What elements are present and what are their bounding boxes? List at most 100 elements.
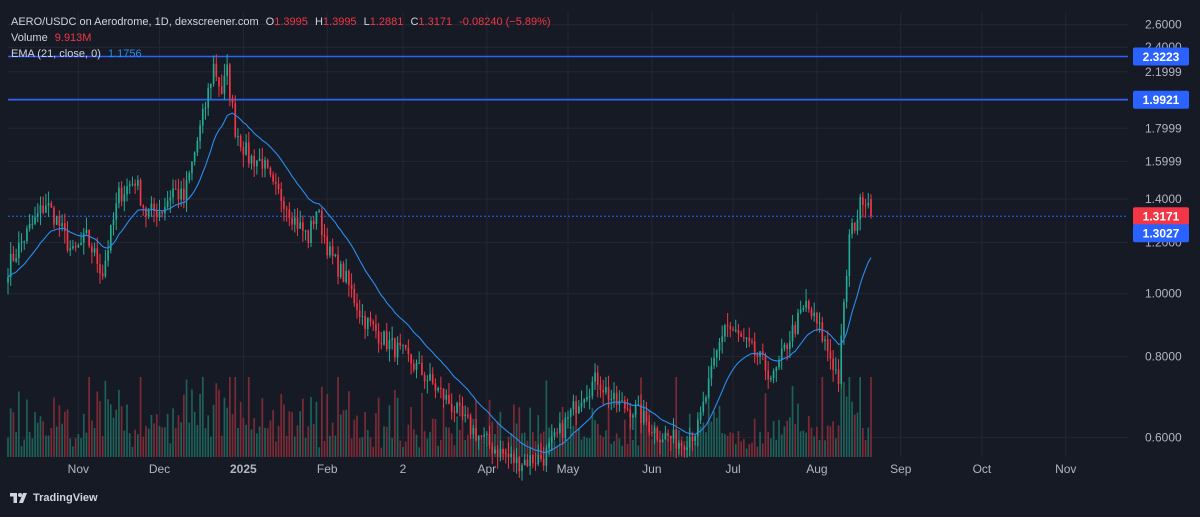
volume-bar	[421, 392, 423, 457]
candle-body	[472, 427, 475, 435]
price-chart[interactable]: 2.60002.40002.19991.99991.79991.59991.40…	[0, 0, 1200, 517]
candle-body	[310, 220, 312, 243]
candle-body	[610, 399, 613, 401]
candle-body	[791, 325, 794, 342]
volume-bar	[623, 419, 626, 457]
candle-body	[694, 435, 696, 442]
candle-body	[15, 258, 17, 262]
candle-body	[361, 315, 364, 317]
volume-bar	[104, 380, 107, 457]
candle-body	[486, 433, 488, 435]
candle-body	[651, 432, 653, 434]
candle-body	[356, 303, 358, 311]
volume-bar	[339, 414, 342, 457]
candle-body	[288, 209, 291, 218]
candle-body	[20, 241, 23, 243]
volume-bar	[375, 413, 377, 457]
candle-body	[467, 414, 469, 417]
volume-bar	[12, 412, 15, 457]
candle-body	[207, 88, 210, 108]
x-tick-label: Jul	[725, 462, 740, 476]
candle-body	[53, 207, 55, 225]
candle-body	[745, 337, 748, 339]
candle-body	[372, 321, 375, 325]
volume-bar	[272, 409, 274, 457]
volume-bar	[843, 382, 845, 457]
volume-bar	[618, 438, 621, 457]
candle-body	[423, 375, 426, 382]
x-tick-label: 2025	[230, 462, 257, 476]
candle-body	[45, 205, 47, 213]
volume-bar	[807, 415, 810, 457]
candle-body	[664, 433, 667, 440]
volume-bar	[799, 431, 802, 457]
candle-body	[623, 400, 626, 409]
candle-body	[183, 188, 185, 200]
volume-bar	[442, 404, 445, 457]
candle-body	[458, 402, 461, 406]
volume-bar	[737, 431, 740, 457]
volume-bar	[810, 427, 813, 457]
candle-body	[680, 442, 683, 446]
volume-bar	[518, 407, 521, 457]
candle-body	[521, 465, 523, 472]
candle-body	[277, 183, 280, 189]
volume-bar	[599, 434, 602, 457]
candle-body	[145, 207, 147, 217]
candle-body	[296, 217, 299, 229]
candle-body	[502, 448, 504, 454]
volume-bar	[131, 446, 134, 457]
candle-body	[721, 336, 724, 343]
candle-body	[518, 457, 521, 472]
candle-body	[131, 183, 134, 185]
volume-bar	[816, 426, 818, 457]
candle-body	[548, 442, 550, 448]
volume-bar	[364, 411, 366, 457]
candle-body	[753, 341, 756, 355]
candle-body	[426, 380, 429, 382]
volume-bar	[291, 412, 293, 457]
volume-bar	[34, 412, 36, 457]
candle-body	[688, 437, 691, 448]
candle-body	[734, 329, 737, 331]
candle-body	[434, 383, 437, 391]
volume-bar	[61, 423, 63, 457]
volume-bar	[161, 427, 164, 457]
volume-bar	[302, 398, 304, 457]
volume-bar	[632, 439, 634, 457]
candle-body	[807, 301, 810, 310]
candle-body	[318, 210, 320, 212]
candle-body	[824, 339, 826, 342]
volume-bar	[356, 415, 358, 457]
high-value: 1.3995	[322, 16, 357, 28]
candle-body	[210, 83, 212, 89]
tradingview-branding[interactable]: TradingView	[10, 492, 98, 504]
volume-bar	[247, 377, 250, 457]
candle-body	[380, 343, 383, 345]
volume-bar	[245, 424, 247, 457]
candle-body	[691, 437, 694, 442]
candle-body	[621, 400, 623, 402]
volume-bar	[239, 401, 242, 457]
candle-body	[450, 403, 453, 412]
candle-body	[115, 203, 118, 220]
candle-body	[513, 453, 515, 464]
candle-body	[375, 324, 377, 332]
candle-body	[415, 363, 418, 370]
volume-bar	[834, 438, 837, 457]
volume-bar	[15, 432, 17, 457]
volume-bar	[326, 394, 329, 457]
candle-body	[12, 253, 15, 262]
volume-bar	[164, 427, 166, 457]
candle-body	[280, 188, 283, 201]
volume-bar	[580, 439, 583, 457]
volume-bar	[358, 438, 361, 457]
candle-body	[678, 442, 680, 449]
volume-bar	[218, 389, 220, 457]
volume-bar	[859, 377, 862, 457]
volume-bar	[391, 438, 393, 457]
volume-bar	[280, 393, 283, 457]
volume-bar	[26, 399, 28, 457]
candle-body	[383, 331, 385, 345]
candle-body	[88, 229, 90, 247]
